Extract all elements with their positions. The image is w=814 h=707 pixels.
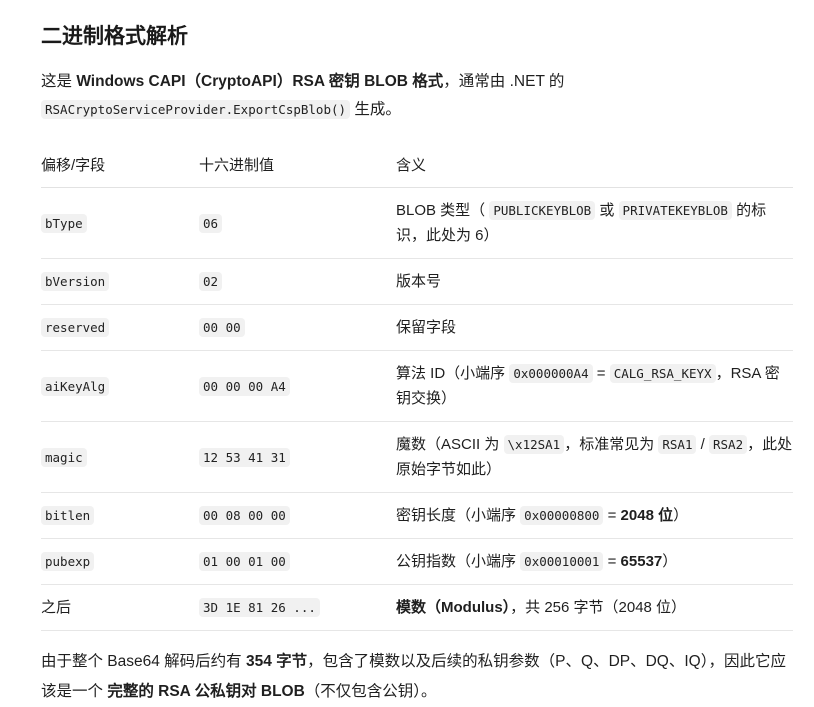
table-row-after: 之后 3D 1E 81 26 ... 模数（Modulus），共 256 字节（… <box>41 584 793 631</box>
field-name: aiKeyAlg <box>41 376 110 396</box>
header-hex: 十六进制值 <box>199 142 396 188</box>
header-meaning: 含义 <box>396 142 793 188</box>
meaning-cell: 模数（Modulus），共 256 字节（2048 位） <box>396 584 793 631</box>
field-name: bType <box>41 213 87 233</box>
outro-paragraph: 由于整个 Base64 解码后约有 354 字节，包含了模数以及后续的私钥参数（… <box>41 647 792 707</box>
outro-bold-size: 354 字节 <box>246 653 308 670</box>
section-heading: 二进制格式解析 <box>41 24 188 48</box>
outro-bold-keypair: 完整的 RSA 公私钥对 BLOB <box>107 683 305 700</box>
meaning-cell: 公钥指数（小端序 0x00010001 = 65537） <box>396 538 793 585</box>
hex-value: 00 00 <box>199 318 245 337</box>
table-row-btype: bType 06 BLOB 类型（ PUBLICKEYBLOB 或 PRIVAT… <box>41 187 793 259</box>
meaning-cell: 密钥长度（小端序 0x00000800 = 2048 位） <box>396 492 793 539</box>
hex-value: 3D 1E 81 26 ... <box>199 598 320 617</box>
header-field: 偏移/字段 <box>41 142 199 188</box>
field-name: reserved <box>41 318 110 337</box>
bold-2048-bits: 2048 位 <box>620 507 674 524</box>
code-rsa2: RSA2 <box>709 435 748 454</box>
code-pubexp-hex: 0x00010001 <box>520 552 604 571</box>
code-alg-hex: 0x000000A4 <box>509 364 593 383</box>
code-privatekeyblob: PRIVATEKEYBLOB <box>618 201 732 220</box>
table-row-aikeyalg: aiKeyAlg 00 00 00 A4 算法 ID（小端序 0x000000A… <box>41 350 793 422</box>
hex-value: 12 53 41 31 <box>199 447 290 467</box>
table-row-reserved: reserved 00 00 保留字段 <box>41 304 793 351</box>
meaning-cell: 保留字段 <box>396 304 793 351</box>
code-calg-rsa-keyx: CALG_RSA_KEYX <box>609 364 716 383</box>
intro-text-2: ，通常由 .NET 的 <box>443 73 565 90</box>
intro-bold-format: Windows CAPI（CryptoAPI）RSA 密钥 BLOB 格式 <box>76 73 444 90</box>
code-ascii-magic: \x12SA1 <box>503 435 565 454</box>
field-name: magic <box>41 447 87 467</box>
bold-modulus: 模数（Modulus） <box>396 599 511 616</box>
blob-format-table: 偏移/字段 十六进制值 含义 bType 06 BLOB 类型（ PUBLICK… <box>41 142 793 631</box>
outro-text-1: 由于整个 Base64 解码后约有 <box>41 653 246 670</box>
meaning-cell: 魔数（ASCII 为 \x12SA1 ，标准常见为 RSA1 / RSA2 ，此处原… <box>396 421 793 493</box>
bold-65537: 65537 <box>620 553 663 570</box>
field-name: bVersion <box>41 272 110 291</box>
meaning-cell: BLOB 类型（ PUBLICKEYBLOB 或 PRIVATEKEYBLOB … <box>396 187 793 259</box>
hex-value: 02 <box>199 272 223 291</box>
field-name: bitlen <box>41 506 95 525</box>
hex-value: 00 00 00 A4 <box>199 376 290 396</box>
hex-value: 00 08 00 00 <box>199 506 290 525</box>
hex-value: 01 00 01 00 <box>199 552 290 571</box>
field-name: 之后 <box>41 584 199 631</box>
code-publickeyblob: PUBLICKEYBLOB <box>489 201 596 220</box>
meaning-cell: 算法 ID（小端序 0x000000A4 = CALG_RSA_KEYX ，RSA… <box>396 350 793 422</box>
intro-text-1: 这是 <box>41 73 77 90</box>
intro-text-3: 生成。 <box>350 101 401 118</box>
code-bitlen-hex: 0x00000800 <box>520 506 604 525</box>
table-header-row: 偏移/字段 十六进制值 含义 <box>41 142 793 188</box>
field-name: pubexp <box>41 552 95 571</box>
code-rsa1: RSA1 <box>658 435 697 454</box>
document: 二进制格式解析 这是 Windows CAPI（CryptoAPI）RSA 密钥… <box>0 0 814 707</box>
outro-text-3: （不仅包含公钥）。 <box>304 683 437 700</box>
table-row-bversion: bVersion 02 版本号 <box>41 258 793 305</box>
intro-paragraph: 这是 Windows CAPI（CryptoAPI）RSA 密钥 BLOB 格式… <box>41 68 792 124</box>
intro-code-method: RSACryptoServiceProvider.ExportCspBlob() <box>41 100 351 119</box>
meaning-cell: 版本号 <box>396 258 793 305</box>
table-row-bitlen: bitlen 00 08 00 00 密钥长度（小端序 0x00000800 =… <box>41 492 793 539</box>
hex-value: 06 <box>199 213 223 233</box>
table-row-pubexp: pubexp 01 00 01 00 公钥指数（小端序 0x00010001 =… <box>41 538 793 585</box>
table-row-magic: magic 12 53 41 31 魔数（ASCII 为 \x12SA1 ，标准常… <box>41 421 793 493</box>
